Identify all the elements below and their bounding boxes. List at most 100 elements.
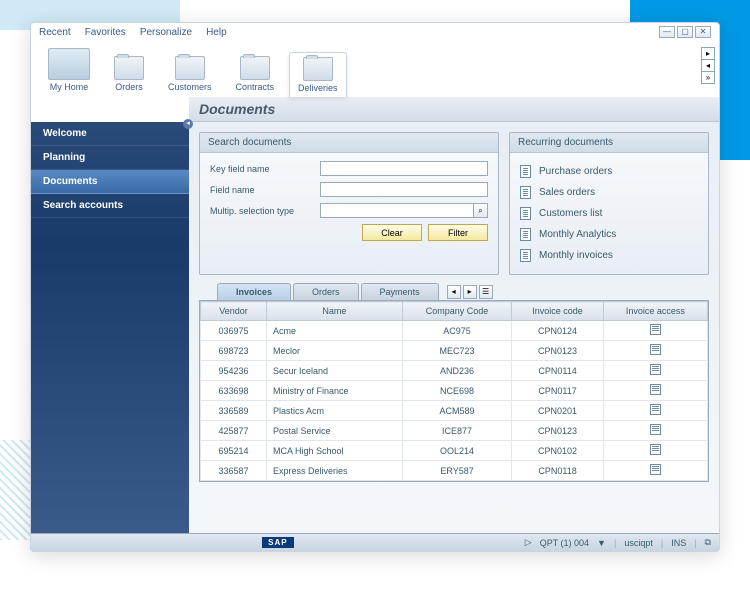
toolbar-customers-label: Customers [168,82,212,92]
recurring-item[interactable]: Purchase orders [520,161,698,182]
toolbar-orders[interactable]: Orders [105,51,153,97]
recurring-item[interactable]: Customers list [520,203,698,224]
status-expand-icon[interactable]: ⧉ [705,537,711,548]
access-icon[interactable] [650,364,661,375]
nav-more-icon[interactable]: » [702,72,714,83]
table-row[interactable]: 336589Plastics AcmACM589CPN0201 [201,401,708,421]
column-header[interactable]: Invoice code [512,302,603,321]
cell-vendor: 954236 [201,361,267,381]
menu-help[interactable]: Help [206,27,227,38]
menu-favorites[interactable]: Favorites [85,27,126,38]
table-row[interactable]: 425877Postal ServiceICE877CPN0123 [201,421,708,441]
tab-orders[interactable]: Orders [293,283,359,300]
table-row[interactable]: 695214MCA High SchoolOOL214CPN0102 [201,441,708,461]
folder-icon [240,56,270,80]
toolbar-orders-label: Orders [115,82,143,92]
recurring-item-label: Customers list [539,208,602,219]
access-icon[interactable] [650,324,661,335]
cell-company: ERY587 [402,461,512,481]
cell-vendor: 633698 [201,381,267,401]
sidebar-item-planning[interactable]: Planning [31,146,189,170]
document-icon [520,186,531,199]
sidebar-item-welcome[interactable]: Welcome [31,122,189,146]
cell-name: Meclor [266,341,402,361]
tab-payments[interactable]: Payments [361,283,439,300]
cell-company: ACM589 [402,401,512,421]
clear-button[interactable]: Clear [362,224,422,241]
cell-name: Express Deliveries [266,461,402,481]
page-title: Documents [189,97,719,122]
cell-company: MEC723 [402,341,512,361]
field-name-label: Field name [210,185,320,195]
toolbar-contracts[interactable]: Contracts [227,51,284,97]
recurring-panel: Recurring documents Purchase ordersSales… [509,132,709,275]
column-header[interactable]: Company Code [402,302,512,321]
table-row[interactable]: 336587Express DeliveriesERY587CPN0118 [201,461,708,481]
table-row[interactable]: 633698Ministry of FinanceNCE698CPN0117 [201,381,708,401]
tab-list-icon[interactable]: ☰ [479,285,493,299]
tab-next-icon[interactable]: ▸ [463,285,477,299]
recurring-item[interactable]: Monthly Analytics [520,224,698,245]
nav-right-icon[interactable]: ▸ [702,48,714,60]
folder-icon [114,56,144,80]
close-button[interactable]: ✕ [695,26,711,38]
lookup-icon[interactable]: ⌕ [474,203,488,218]
toolbar-myhome-label: My Home [50,82,89,92]
filter-button[interactable]: Filter [428,224,488,241]
field-name-input[interactable] [320,182,488,197]
cell-invoice: CPN0118 [512,461,603,481]
cell-name: Plastics Acm [266,401,402,421]
cell-vendor: 336589 [201,401,267,421]
recurring-item[interactable]: Sales orders [520,182,698,203]
access-icon[interactable] [650,404,661,415]
access-icon[interactable] [650,444,661,455]
status-play-icon[interactable]: ▷ [525,537,532,548]
menu-recent[interactable]: Recent [39,27,71,38]
access-icon[interactable] [650,424,661,435]
recurring-header: Recurring documents [510,133,708,153]
document-icon [520,207,531,220]
access-icon[interactable] [650,384,661,395]
recurring-item[interactable]: Monthly invoices [520,245,698,266]
cell-invoice: CPN0124 [512,321,603,341]
minimize-button[interactable]: — [659,26,675,38]
table-row[interactable]: 954236Secur IcelandAND236CPN0114 [201,361,708,381]
app-window: Recent Favorites Personalize Help — ▢ ✕ … [30,22,720,552]
menubar: Recent Favorites Personalize Help — ▢ ✕ [31,23,719,41]
access-icon[interactable] [650,464,661,475]
toolbar-myhome[interactable]: My Home [39,43,99,97]
sidebar-item-documents[interactable]: Documents [31,170,189,194]
toolbar-customers[interactable]: Customers [159,51,221,97]
table-row[interactable]: 036975AcmeAC975CPN0124 [201,321,708,341]
home-icon [48,48,90,80]
column-header[interactable]: Vendor [201,302,267,321]
status-dropdown-icon[interactable]: ▼ [597,538,606,548]
status-mode: INS [671,538,686,548]
toolbar-deliveries[interactable]: Deliveries [289,52,347,97]
cell-vendor: 698723 [201,341,267,361]
status-bar: SAP ▷ QPT (1) 004 ▼ | usciqpt | INS | ⧉ [31,533,719,551]
access-icon[interactable] [650,344,661,355]
cell-vendor: 036975 [201,321,267,341]
sidebar-collapse-button[interactable]: ◂ [183,119,193,129]
sidebar: Welcome Planning Documents Search accoun… [31,122,189,533]
column-header[interactable]: Name [266,302,402,321]
cell-invoice: CPN0117 [512,381,603,401]
maximize-button[interactable]: ▢ [677,26,693,38]
cell-company: AC975 [402,321,512,341]
folder-icon [175,56,205,80]
toolbar: My Home Orders Customers Contracts Deliv… [31,41,719,97]
multip-input[interactable] [320,203,474,218]
key-field-input[interactable] [320,161,488,176]
column-header[interactable]: Invoice access [603,302,707,321]
folder-icon [303,57,333,81]
nav-left-icon[interactable]: ◂ [702,60,714,72]
tab-invoices[interactable]: Invoices [217,283,291,300]
tab-prev-icon[interactable]: ◂ [447,285,461,299]
search-header: Search documents [200,133,498,153]
table-row[interactable]: 698723MeclorMEC723CPN0123 [201,341,708,361]
recurring-item-label: Monthly invoices [539,250,613,261]
sidebar-item-search-accounts[interactable]: Search accounts [31,194,189,218]
cell-company: AND236 [402,361,512,381]
menu-personalize[interactable]: Personalize [140,27,192,38]
